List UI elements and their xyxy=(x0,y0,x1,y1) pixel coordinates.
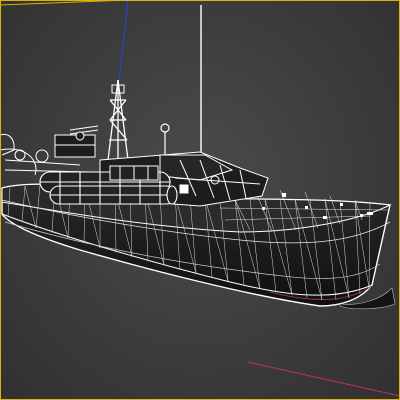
tripod-mast xyxy=(107,79,129,161)
world-axis-y xyxy=(0,0,129,6)
perspective-viewport[interactable] xyxy=(0,0,400,400)
forward-deck-gear xyxy=(109,165,159,181)
world-axis-z xyxy=(117,0,129,91)
world-axis-x xyxy=(247,361,400,397)
aft-gun-turret xyxy=(54,125,99,158)
wireframe-scene[interactable] xyxy=(0,0,400,400)
